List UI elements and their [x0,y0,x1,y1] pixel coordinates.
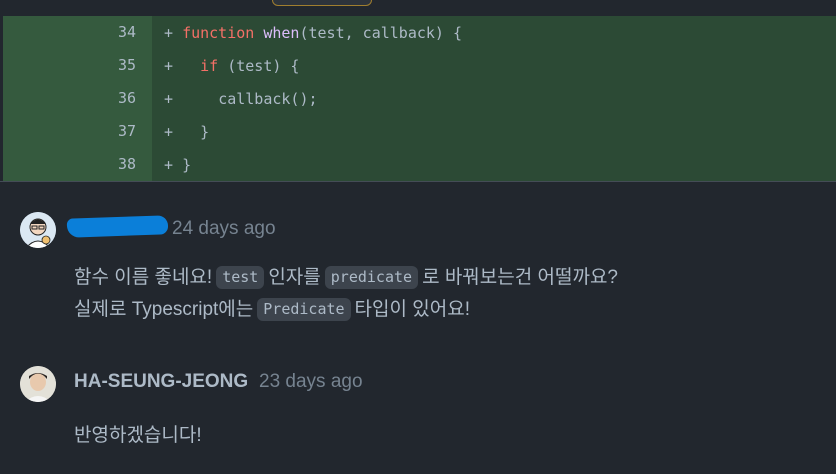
line-number[interactable]: 36 [76,89,136,107]
code-token: if [200,57,219,75]
comment-body-line-1: 함수 이름 좋네요! test 인자를 predicate 로 바꿔보는건 어떨까요? [74,262,618,289]
diff-gutter: 36 [3,82,152,115]
toolbar-pill[interactable] [272,0,372,6]
code-token: when [263,24,300,42]
diff-block: 34 + function when(test, callback) { 35 + i… [3,16,836,181]
line-number[interactable]: 35 [76,56,136,74]
diff-gutter: 37 [3,115,152,148]
code-text: + function when(test, callback) { [164,23,462,43]
code-token: (test, callback) { [299,24,463,42]
code-text: + callback(); [164,89,318,109]
diff-gutter: 38 [3,148,152,181]
code-token: } [200,123,210,141]
comment-text: 함수 이름 좋네요! [74,267,213,288]
avatar-illustration-icon [20,212,56,248]
code-token: } [182,156,192,174]
comment-text: 인자를 [268,267,321,288]
code-token: (test) { [218,57,300,75]
comment-text: 타입이 있어요! [354,299,470,320]
diff-line: 38 + } [3,148,836,181]
avatar-photo-icon [20,366,56,402]
comment-time[interactable]: 24 days ago [172,218,276,240]
avatar[interactable] [20,212,56,248]
line-number[interactable]: 38 [76,155,136,173]
inline-code: predicate [324,266,419,289]
inline-code: Predicate [257,298,351,321]
inline-code: test [216,266,265,289]
diff-line: 34 + function when(test, callback) { [3,16,836,49]
comment-time[interactable]: 23 days ago [259,371,363,393]
diff-add-marker: + [164,90,219,108]
code-token: function [182,24,255,42]
diff-line: 36 + callback(); [3,82,836,115]
comment-text: 실제로 Typescript에는 [74,299,254,320]
diff-add-marker: + [164,123,201,141]
comment-body-line-1: 반영하겠습니다! [74,420,202,447]
divider [0,181,836,182]
avatar[interactable] [20,366,56,402]
diff-gutter: 35 [3,49,152,82]
code-token: callback(); [218,90,318,108]
comment-body-line-2: 실제로 Typescript에는 Predicate 타입이 있어요! [74,294,470,321]
diff-gutter: 34 [3,16,152,49]
redacted-author [66,215,169,238]
line-number[interactable]: 37 [76,122,136,140]
top-bar [0,0,836,16]
line-number[interactable]: 34 [76,23,136,41]
code-text: + } [164,122,209,142]
comment-text: 반영하겠습니다! [74,425,202,446]
comment-text: 로 바꿔보는건 어떨까요? [422,267,618,288]
diff-add-marker: + [164,156,183,174]
diff-add-marker: + [164,57,201,75]
diff-line: 37 + } [3,115,836,148]
code-text: + if (test) { [164,56,299,76]
code-text: + } [164,155,191,175]
diff-add-marker: + [164,24,183,42]
comment-author[interactable]: HA-SEUNG-JEONG [74,371,248,393]
diff-line: 35 + if (test) { [3,49,836,82]
